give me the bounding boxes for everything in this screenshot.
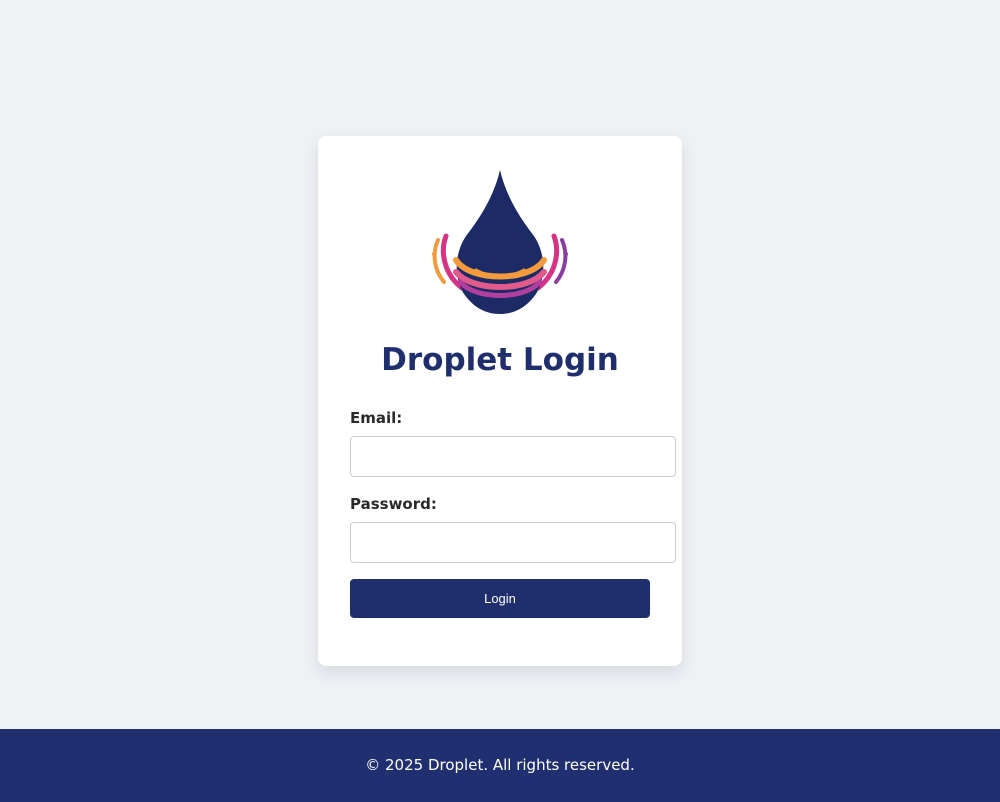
email-label: Email: [350,409,403,427]
login-card: Droplet Login Email: Password: Login [318,136,682,666]
login-button[interactable]: Login [350,579,650,618]
email-field[interactable] [350,436,676,477]
droplet-logo-icon [432,170,568,314]
password-label: Password: [350,495,437,513]
footer-copyright: © 2025 Droplet. All rights reserved. [365,756,635,774]
page-title: Droplet Login [381,342,619,378]
footer: © 2025 Droplet. All rights reserved. [0,729,1000,802]
password-field[interactable] [350,522,676,563]
